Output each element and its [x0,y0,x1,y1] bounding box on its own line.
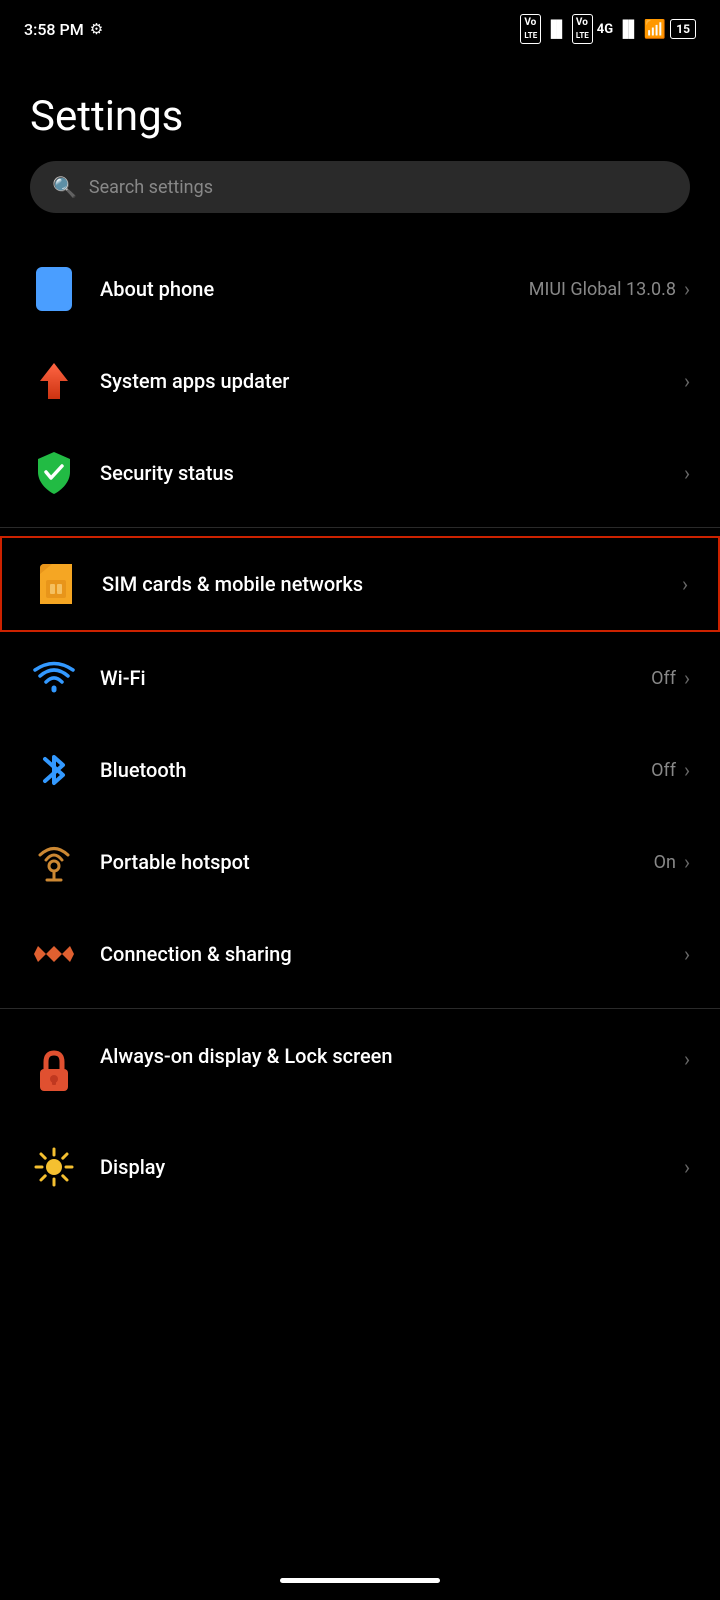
security-status-label: Security status [100,461,684,485]
battery-icon: 15 [670,19,696,39]
settings-item-about-phone[interactable]: About phone MIUI Global 13.0.8 › [0,243,720,335]
wifi-label: Wi-Fi [100,666,651,690]
settings-gear-icon: ⚙ [90,20,103,38]
signal-bars-1: ▐▌ [545,19,568,39]
bluetooth-label: Bluetooth [100,758,651,782]
settings-item-bluetooth[interactable]: Bluetooth Off › [0,724,720,816]
shield-icon [30,449,78,497]
time-display: 3:58 PM [24,20,84,39]
wifi-status-icon: 📶 [644,19,666,40]
divider-1 [0,527,720,528]
network-4g: 4G [597,22,613,37]
chevron-icon: › [684,277,690,301]
settings-item-display[interactable]: Display › [0,1121,720,1213]
bottom-nav-bar [0,1560,720,1600]
phone-icon [30,265,78,313]
display-label: Display [100,1155,684,1179]
hotspot-label: Portable hotspot [100,850,654,874]
about-phone-value: MIUI Global 13.0.8 [529,279,676,300]
settings-item-always-on-display[interactable]: Always-on display & Lock screen › [0,1017,720,1121]
search-bar[interactable]: 🔍 Search settings [30,161,690,213]
display-icon [30,1143,78,1191]
status-bar: 3:58 PM ⚙ VoLTE ▐▌ VoLTE 4G ▐▌ 📶 15 [0,0,720,52]
chevron-icon: › [684,850,690,874]
connection-icon [30,930,78,978]
settings-item-connection-sharing[interactable]: Connection & sharing › [0,908,720,1000]
always-on-display-label: Always-on display & Lock screen [100,1043,684,1069]
about-phone-label: About phone [100,277,529,301]
bluetooth-value: Off [651,760,676,781]
chevron-icon: › [682,572,688,596]
settings-item-security-status[interactable]: Security status › [0,427,720,519]
settings-group-3: Always-on display & Lock screen › Displa… [0,1017,720,1213]
hotspot-icon [30,838,78,886]
chevron-icon: › [684,1155,690,1179]
settings-group-1: About phone MIUI Global 13.0.8 › System … [0,243,720,519]
arrow-up-icon [30,357,78,405]
settings-item-wifi[interactable]: Wi-Fi Off › [0,632,720,724]
bluetooth-icon [30,746,78,794]
chevron-icon: › [684,758,690,782]
system-apps-label: System apps updater [100,369,684,393]
settings-item-system-apps-updater[interactable]: System apps updater › [0,335,720,427]
chevron-icon: › [684,1047,690,1071]
wifi-value: Off [651,668,676,689]
chevron-icon: › [684,666,690,690]
signal-bars-2: ▐▌ [617,19,640,39]
nav-pill [280,1578,440,1583]
status-bar-right: VoLTE ▐▌ VoLTE 4G ▐▌ 📶 15 [520,14,696,44]
settings-item-portable-hotspot[interactable]: Portable hotspot On › [0,816,720,908]
chevron-icon: › [684,461,690,485]
volte-icon-1: VoLTE [520,14,541,44]
sim-icon [32,560,80,608]
search-placeholder: Search settings [89,177,213,198]
lock-icon [30,1047,78,1095]
connection-sharing-label: Connection & sharing [100,942,684,966]
divider-2 [0,1008,720,1009]
chevron-icon: › [684,942,690,966]
search-icon: 🔍 [52,175,77,199]
volte-icon-2: VoLTE [572,14,593,44]
settings-group-2: SIM cards & mobile networks › Wi-Fi Off … [0,536,720,1000]
chevron-icon: › [684,369,690,393]
hotspot-value: On [654,852,676,873]
sim-cards-label: SIM cards & mobile networks [102,572,682,596]
wifi-icon [30,654,78,702]
page-title: Settings [0,52,720,161]
settings-item-sim-cards[interactable]: SIM cards & mobile networks › [0,536,720,632]
status-bar-left: 3:58 PM ⚙ [24,20,103,39]
